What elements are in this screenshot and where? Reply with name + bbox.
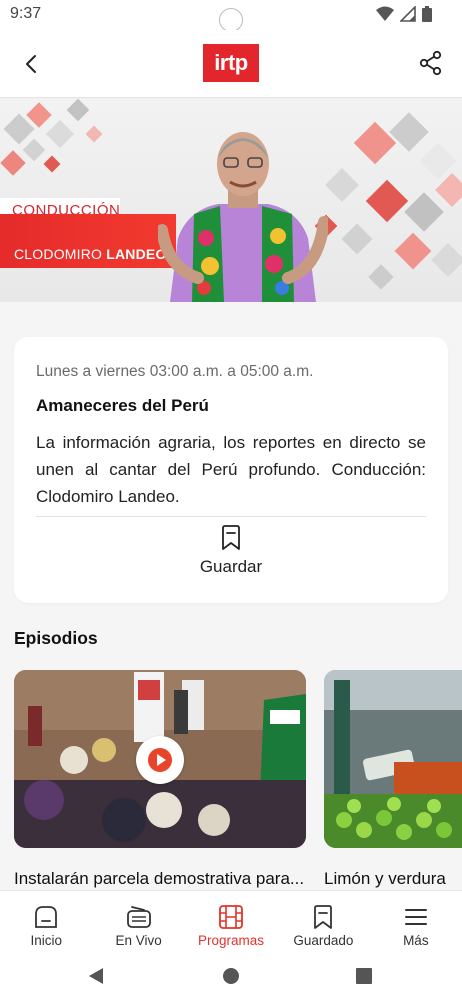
card-divider	[36, 516, 426, 517]
program-schedule: Lunes a viernes 03:00 a.m. a 05:00 a.m.	[36, 363, 314, 380]
share-icon	[419, 50, 442, 76]
host-first-name: CLODOMIRO	[14, 246, 107, 262]
program-title: Amaneceres del Perú	[36, 396, 209, 415]
host-photo	[158, 132, 328, 302]
play-button[interactable]	[136, 736, 184, 784]
bookmark-icon	[222, 525, 240, 550]
wifi-icon	[376, 6, 394, 21]
episodes-section-title: Episodios	[14, 628, 98, 648]
nav-item-guardado[interactable]: Guardado	[277, 891, 369, 956]
app-header: irtp	[0, 30, 462, 98]
nav-item-en-vivo[interactable]: En Vivo	[92, 891, 184, 956]
menu-icon	[404, 909, 427, 925]
nav-label: Más	[403, 933, 429, 948]
status-icons	[376, 6, 432, 22]
battery-icon	[422, 6, 432, 22]
home-icon	[35, 906, 58, 928]
nav-label: Guardado	[293, 933, 354, 948]
episode-thumbnail	[14, 670, 306, 848]
status-time: 9:37	[10, 5, 42, 22]
save-button[interactable]: Guardar	[174, 525, 288, 585]
play-icon	[148, 748, 172, 772]
back-button[interactable]	[18, 50, 46, 78]
nav-item-mas[interactable]: Más	[370, 891, 462, 956]
irtp-logo: irtp	[203, 44, 259, 82]
program-hero-banner: CONDUCCIÓN CLODOMIRO LANDEO	[0, 98, 462, 302]
nav-item-programas[interactable]: Programas	[185, 891, 277, 956]
save-label: Guardar	[199, 557, 263, 576]
hero-host-name: CLODOMIRO LANDEO	[14, 246, 167, 262]
radio-icon	[126, 906, 151, 928]
episode-thumbnail	[324, 670, 462, 848]
status-bar: 9:37	[0, 0, 462, 32]
bookmark-icon	[314, 905, 333, 929]
nav-label: En Vivo	[115, 933, 162, 948]
episode-image	[324, 670, 462, 848]
episode-title: Limón y verdura	[324, 869, 446, 888]
nav-item-inicio[interactable]: Inicio	[0, 891, 92, 956]
share-button[interactable]	[418, 50, 444, 76]
episode-card[interactable]: Instalarán parcela demostrativa para...	[14, 670, 306, 894]
program-description: La información agraria, los reportes en …	[36, 433, 426, 506]
system-home-icon[interactable]	[221, 966, 241, 986]
film-icon	[219, 905, 243, 929]
system-recents-icon[interactable]	[355, 966, 373, 986]
nav-label: Programas	[198, 933, 265, 948]
episode-card[interactable]: Limón y verdura	[324, 670, 462, 894]
episodes-carousel[interactable]: Instalarán parcela demostrativa para... …	[14, 670, 462, 894]
nav-label: Inicio	[30, 933, 62, 948]
camera-cutout	[219, 8, 243, 32]
system-navigation-bar	[0, 956, 462, 1000]
chevron-left-icon	[26, 55, 36, 73]
bottom-navigation: Inicio En Vivo Programas Guardado Más	[0, 890, 462, 956]
program-info-card: Lunes a viernes 03:00 a.m. a 05:00 a.m. …	[14, 337, 448, 603]
system-back-icon[interactable]	[86, 966, 106, 986]
episode-title: Instalarán parcela demostrativa para...	[14, 869, 305, 888]
signal-icon	[400, 6, 416, 22]
